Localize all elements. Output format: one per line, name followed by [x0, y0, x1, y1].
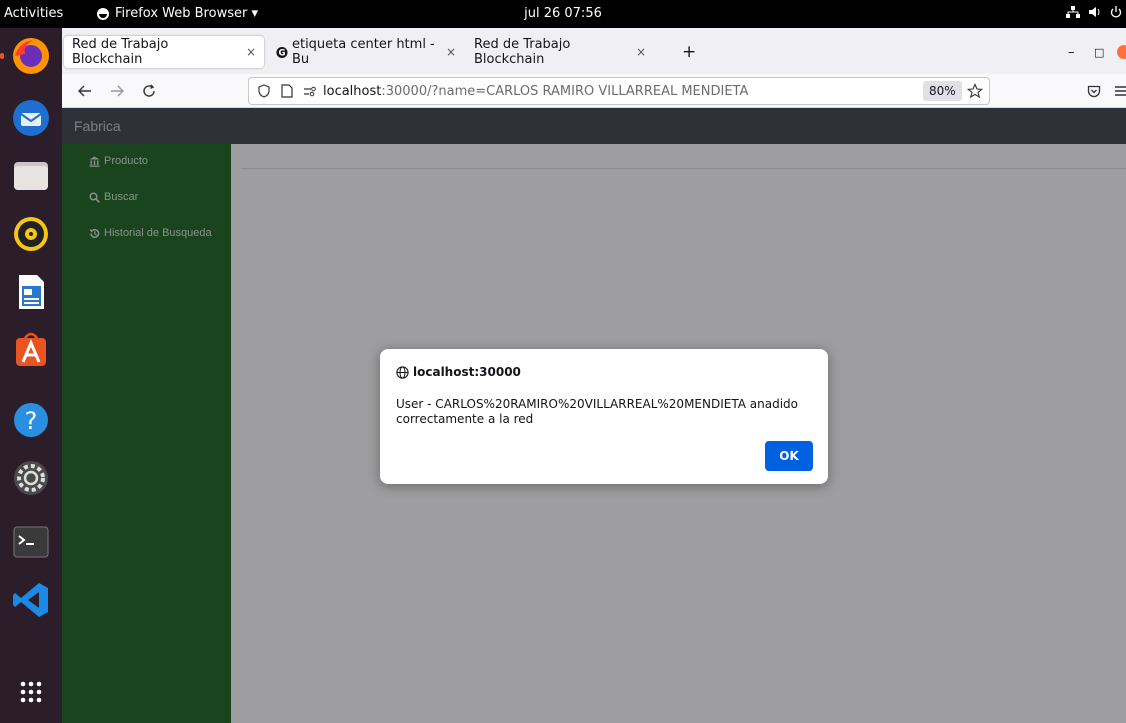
settings-icon [14, 461, 48, 495]
tab-label: Red de Trabajo Blockchain [474, 37, 571, 67]
files-icon [14, 162, 48, 190]
svg-text:G: G [278, 48, 285, 58]
firefox-small-icon [97, 7, 109, 20]
url-host: localhost [323, 83, 382, 99]
forward-button[interactable] [106, 80, 128, 102]
permissions-icon[interactable] [303, 85, 317, 97]
dock-writer[interactable] [7, 268, 55, 316]
tab-label: Red de Trabajo Blockchain [72, 37, 169, 67]
nav-bar: localhost:30000/?name=CARLOS RAMIRO VILL… [62, 74, 1126, 108]
modal-backdrop: localhost:30000 User - CARLOS%20RAMIRO%2… [62, 108, 1126, 723]
minimize-icon: – [1068, 44, 1075, 60]
pocket-icon [1087, 85, 1101, 97]
app-menu-label: Firefox Web Browser ▾ [115, 6, 258, 21]
tracking-shield-icon[interactable] [257, 84, 271, 98]
system-tray[interactable] [1066, 6, 1122, 18]
restore-button[interactable]: □ [1086, 36, 1108, 68]
dock-files[interactable] [7, 152, 55, 200]
network-icon [1066, 6, 1080, 18]
dialog-title: localhost:30000 [396, 365, 521, 379]
software-center-icon [16, 332, 46, 366]
tab-close-icon[interactable]: × [246, 45, 256, 59]
firefox-icon [13, 38, 49, 74]
show-apps-icon [20, 681, 42, 703]
ubuntu-dock: ? [0, 28, 62, 723]
app-menu[interactable]: Firefox Web Browser ▾ [96, 6, 258, 21]
forward-arrow-icon [111, 85, 124, 97]
page-icon[interactable] [281, 84, 293, 98]
dock-firefox[interactable] [0, 32, 55, 80]
dock-vscode[interactable] [7, 576, 55, 624]
reload-icon [143, 84, 155, 97]
desktop: Activities Firefox Web Browser ▾ jul 26 … [0, 0, 1126, 723]
tab-close-icon[interactable]: × [446, 45, 456, 59]
svg-text:?: ? [25, 407, 38, 435]
tab-etiqueta-center[interactable]: G etiqueta center html - Bu × [268, 36, 464, 68]
hamburger-menu-icon [1115, 86, 1126, 96]
terminal-icon [13, 526, 49, 558]
dock-settings[interactable] [7, 454, 55, 502]
dock-rhythmbox[interactable] [7, 210, 55, 258]
firefox-window: Red de Trabajo Blockchain × G etiqueta c… [62, 28, 1126, 723]
tab-label: etiqueta center html - Bu [291, 37, 435, 67]
bookmark-star-icon[interactable] [967, 83, 983, 99]
back-arrow-icon [78, 85, 91, 97]
pocket-button[interactable] [1083, 80, 1105, 102]
gnome-top-bar: Activities Firefox Web Browser ▾ jul 26 … [0, 0, 1126, 28]
url-bar[interactable]: localhost:30000/?name=CARLOS RAMIRO VILL… [248, 77, 990, 105]
dock-show-apps[interactable] [7, 668, 55, 716]
ok-button[interactable]: OK [765, 441, 813, 471]
thunderbird-icon [13, 100, 49, 136]
volume-icon [1089, 7, 1100, 17]
app-menu-button[interactable] [1110, 80, 1126, 102]
close-window-button[interactable] [1117, 45, 1126, 59]
tab-red-de-trabajo-1[interactable]: Red de Trabajo Blockchain × [64, 36, 264, 68]
dock-thunderbird[interactable] [7, 94, 55, 142]
tab-red-de-trabajo-2[interactable]: Red de Trabajo Blockchain × [466, 36, 654, 68]
dialog-message: User - CARLOS%20RAMIRO%20VILLARREAL%20ME… [396, 397, 798, 426]
power-icon [1110, 6, 1122, 18]
google-icon: G [276, 46, 288, 58]
clock-label[interactable]: jul 26 07:56 [524, 6, 602, 21]
alert-dialog: localhost:30000 User - CARLOS%20RAMIRO%2… [380, 349, 828, 484]
dock-terminal[interactable] [7, 518, 55, 566]
dock-software[interactable] [7, 326, 55, 374]
minimize-button[interactable]: – [1060, 36, 1084, 68]
url-path: :30000/?name=CARLOS RAMIRO VILLARREAL ME… [381, 83, 749, 99]
reload-button[interactable] [138, 80, 160, 102]
zoom-level-badge[interactable]: 80% [923, 81, 962, 101]
globe-icon [396, 365, 409, 379]
back-button[interactable] [74, 80, 96, 102]
vscode-icon [13, 583, 48, 617]
url-text[interactable]: localhost:30000/?name=CARLOS RAMIRO VILL… [323, 84, 748, 99]
restore-icon: □ [1094, 45, 1105, 59]
new-tab-icon: + [682, 42, 697, 62]
tab-close-icon[interactable]: × [636, 45, 646, 59]
libreoffice-writer-icon [19, 275, 44, 309]
activities-button[interactable]: Activities [4, 6, 63, 21]
dock-help[interactable]: ? [7, 396, 55, 444]
dialog-title-text: localhost:30000 [413, 365, 521, 379]
new-tab-button[interactable]: + [674, 36, 698, 68]
rhythmbox-icon [14, 217, 48, 251]
help-icon: ? [14, 403, 48, 437]
tab-strip: Red de Trabajo Blockchain × G etiqueta c… [62, 28, 1126, 74]
